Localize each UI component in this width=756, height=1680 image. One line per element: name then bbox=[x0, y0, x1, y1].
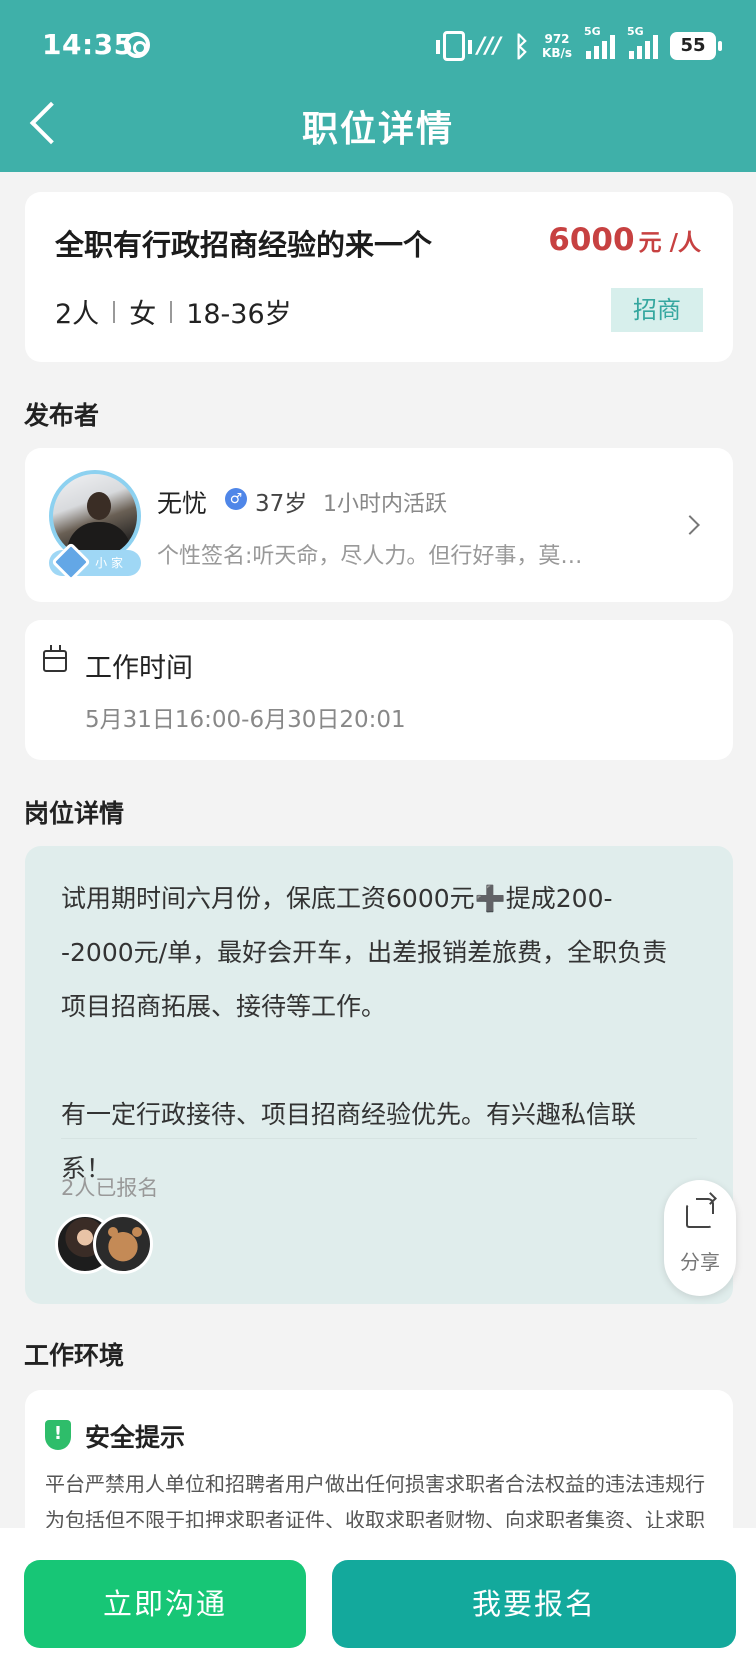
section-title-publisher: 发布者 bbox=[24, 401, 100, 430]
publisher-activity: 1小时内活跃 bbox=[323, 492, 447, 517]
avatar[interactable] bbox=[49, 470, 141, 562]
job-description: 试用期时间六月份，保底工资6000元➕提成200--2000元/单，最好会开车，… bbox=[61, 872, 681, 1196]
gender-requirement: 女 bbox=[129, 299, 157, 330]
share-button[interactable]: 分享 bbox=[664, 1180, 736, 1296]
vibrate-icon bbox=[436, 31, 473, 61]
bottom-action-bar: 立即沟通 我要报名 bbox=[0, 1528, 756, 1680]
divider bbox=[170, 300, 173, 323]
signed-up-count: 2人已报名 bbox=[61, 1176, 159, 1200]
chevron-right-icon bbox=[680, 515, 700, 535]
job-requirements: 2人 女 18-36岁 bbox=[55, 292, 292, 331]
signal-icon-2: 5G bbox=[627, 25, 658, 59]
description-paragraph-1: 试用期时间六月份，保底工资6000元➕提成200--2000元/单，最好会开车，… bbox=[61, 884, 668, 1021]
headcount: 2人 bbox=[55, 299, 100, 330]
app-header: 14:35 /// ᛒ 972 KB/s 5G 5G 55 职位详情 bbox=[0, 0, 756, 172]
publisher-age: 37岁 bbox=[255, 491, 308, 517]
job-title: 全职有行政招商经验的来一个 bbox=[55, 228, 433, 262]
applicant-avatar[interactable] bbox=[93, 1214, 153, 1274]
work-time-label: 工作时间 bbox=[85, 653, 193, 684]
work-time-card: 工作时间 5月31日16:00-6月30日20:01 bbox=[25, 620, 733, 760]
net-speed: 972 KB/s bbox=[542, 32, 572, 60]
job-summary-card: 全职有行政招商经验的来一个 6000 元 /人 2人 女 18-36岁 招商 bbox=[25, 192, 733, 362]
share-icon bbox=[686, 1198, 714, 1228]
bluetooth-icon: ᛒ bbox=[513, 29, 531, 63]
battery-icon: 55 bbox=[670, 32, 722, 60]
salary-amount: 6000 bbox=[548, 222, 635, 258]
section-title-environment: 工作环境 bbox=[24, 1341, 125, 1370]
publisher-card[interactable]: 小 家 无忧 ♂ 37岁 1小时内活跃 个性签名:听天命，尽人力。但行好事，莫… bbox=[25, 448, 733, 602]
page-title: 职位详情 bbox=[301, 109, 454, 150]
nfc-icon: /// bbox=[477, 33, 502, 59]
section-title-job-detail: 岗位详情 bbox=[24, 799, 125, 828]
age-range: 18-36岁 bbox=[186, 299, 292, 330]
salary: 6000 元 /人 bbox=[548, 222, 701, 258]
apply-button[interactable]: 我要报名 bbox=[332, 1560, 736, 1648]
publisher-signature: 个性签名:听天命，尽人力。但行好事，莫… bbox=[157, 544, 583, 569]
sync-icon bbox=[124, 32, 150, 58]
job-category-tag: 招商 bbox=[611, 288, 703, 332]
status-time: 14:35 bbox=[42, 28, 134, 61]
chat-now-button[interactable]: 立即沟通 bbox=[24, 1560, 306, 1648]
status-icons: /// ᛒ 972 KB/s 5G 5G 55 bbox=[436, 25, 722, 64]
work-time-value: 5月31日16:00-6月30日20:01 bbox=[85, 707, 406, 733]
shield-icon: ! bbox=[45, 1420, 71, 1450]
male-icon: ♂ bbox=[225, 488, 247, 510]
salary-unit: 元 /人 bbox=[638, 230, 701, 256]
signal-icon: 5G bbox=[584, 25, 615, 59]
divider bbox=[113, 300, 116, 323]
job-detail-card: 试用期时间六月份，保底工资6000元➕提成200--2000元/单，最好会开车，… bbox=[25, 846, 733, 1304]
safety-title: 安全提示 bbox=[85, 1423, 186, 1452]
calendar-icon bbox=[43, 645, 67, 672]
share-label: 分享 bbox=[680, 1250, 720, 1274]
divider bbox=[61, 1138, 697, 1139]
publisher-name: 无忧 bbox=[157, 489, 208, 518]
status-bar: 14:35 /// ᛒ 972 KB/s 5G 5G 55 bbox=[0, 0, 756, 90]
